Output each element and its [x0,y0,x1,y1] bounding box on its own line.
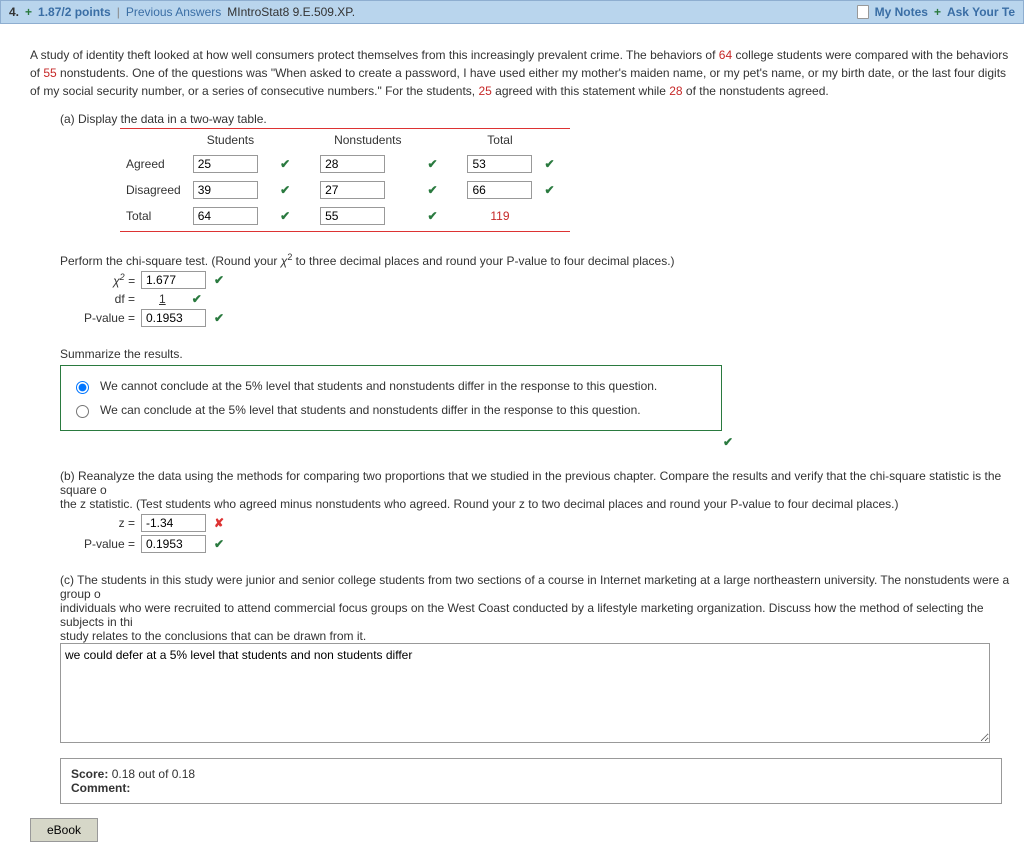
check-icon: ✔ [206,273,232,287]
cell-total-students[interactable] [193,207,258,225]
question-number: 4. [9,5,19,19]
question-header: 4. + 1.87/2 points | Previous Answers MI… [0,0,1024,24]
my-notes-link[interactable]: My Notes [875,5,928,19]
check-icon: ✔ [274,151,314,177]
check-icon: ✔ [274,203,314,229]
z-input[interactable] [141,514,206,532]
df-label: df = [60,292,141,306]
check-icon: ✔ [206,537,232,551]
chi2-input[interactable] [141,271,206,289]
divider-line [120,231,570,232]
chi-prompt: Perform the chi-square test. (Round your… [60,252,1014,268]
col-total: Total [461,129,538,151]
plus-icon[interactable]: + [25,5,32,19]
score-value: 0.18 out of 0.18 [108,767,195,781]
cell-agreed-total[interactable] [467,155,532,173]
pvalue-input[interactable] [141,309,206,327]
comment-label: Comment: [71,781,130,795]
pvalue-label: P-value = [60,311,141,325]
summary-option-1-radio[interactable] [76,381,89,394]
summary-title: Summarize the results. [60,347,1014,361]
grand-total: 119 [461,203,538,229]
pvalue-b-label: P-value = [60,537,141,551]
part-a-prompt: (a) Display the data in a two-way table. [60,112,1014,126]
check-icon: ✔ [421,151,461,177]
summary-option-2-radio[interactable] [76,405,89,418]
z-label: z = [60,516,141,530]
cell-agreed-nonstudents[interactable] [320,155,385,173]
ebook-button[interactable]: eBook [30,818,98,842]
cell-disagreed-students[interactable] [193,181,258,199]
pvalue-b-input[interactable] [141,535,206,553]
row-agreed: Agreed [120,151,187,177]
df-value: 1 [141,292,184,306]
check-icon: ✔ [421,177,461,203]
summary-box: We cannot conclude at the 5% level that … [60,365,722,431]
points-display: 1.87/2 points [38,5,111,19]
notes-icon [857,5,869,19]
plus-icon[interactable]: + [934,5,941,19]
check-icon: ✔ [538,151,578,177]
check-icon: ✔ [538,177,578,203]
two-way-table: Students Nonstudents Total Agreed ✔ ✔ ✔ … [120,129,578,229]
score-label: Score: [71,767,108,781]
cell-disagreed-nonstudents[interactable] [320,181,385,199]
source-ref: MIntroStat8 9.E.509.XP. [227,5,355,19]
question-body: A study of identity theft looked at how … [0,24,1024,852]
check-icon: ✔ [206,311,232,325]
cell-total-nonstudents[interactable] [320,207,385,225]
previous-answers-link[interactable]: Previous Answers [126,5,221,19]
cell-agreed-students[interactable] [193,155,258,173]
check-icon: ✔ [421,203,461,229]
intro-text: A study of identity theft looked at how … [30,46,1014,100]
score-box: Score: 0.18 out of 0.18 Comment: [60,758,1002,804]
col-students: Students [187,129,274,151]
check-icon: ✔ [715,435,741,449]
cross-icon: ✘ [206,516,232,530]
part-c-answer[interactable] [60,643,990,743]
chi2-label: χ2 = [60,272,141,288]
check-icon: ✔ [274,177,314,203]
check-icon: ✔ [184,292,210,306]
cell-disagreed-total[interactable] [467,181,532,199]
row-disagreed: Disagreed [120,177,187,203]
col-nonstudents: Nonstudents [314,129,421,151]
summary-option-1: We cannot conclude at the 5% level that … [100,379,657,393]
part-b-text: (b) Reanalyze the data using the methods… [60,469,1014,511]
part-c-text: (c) The students in this study were juni… [60,573,1014,643]
ask-teacher-link[interactable]: Ask Your Te [947,5,1015,19]
divider: | [117,5,120,19]
row-total: Total [120,203,187,229]
summary-option-2: We can conclude at the 5% level that stu… [100,403,641,417]
